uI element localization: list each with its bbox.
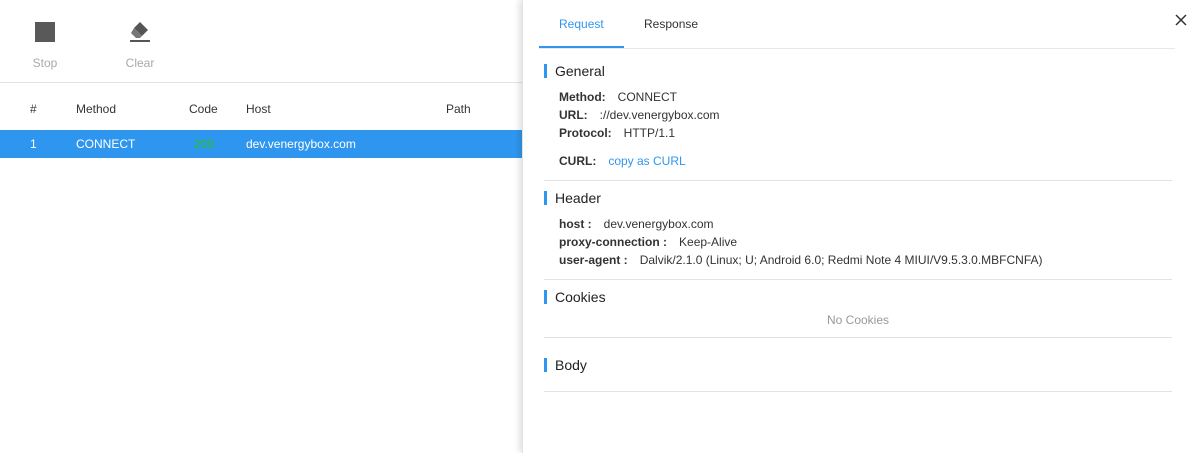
tab-response[interactable]: Response bbox=[644, 17, 698, 31]
stop-button[interactable]: Stop bbox=[15, 18, 75, 70]
divider bbox=[544, 180, 1172, 181]
row-code: 200 bbox=[194, 137, 215, 151]
detail-tabs: Request Response bbox=[539, 0, 1175, 49]
general-url: URL: ://dev.venergybox.com bbox=[559, 108, 720, 122]
curl-key: CURL: bbox=[559, 154, 597, 168]
detail-drawer: Request Response General Method: CONNECT … bbox=[522, 0, 1194, 453]
divider bbox=[544, 337, 1172, 338]
header-item: user-agent : Dalvik/2.1.0 (Linux; U; Andr… bbox=[559, 253, 1043, 267]
general-protocol: Protocol: HTTP/1.1 bbox=[559, 126, 675, 140]
method-value: CONNECT bbox=[617, 90, 677, 104]
row-method: CONNECT bbox=[76, 137, 136, 151]
stop-icon bbox=[15, 18, 75, 46]
column-header-method[interactable]: Method bbox=[76, 102, 116, 116]
section-title-body: Body bbox=[544, 358, 587, 372]
method-key: Method: bbox=[559, 90, 606, 104]
divider bbox=[544, 279, 1172, 280]
request-list-pane: Stop Clear # Method Code Host Path 1 CON… bbox=[0, 0, 523, 453]
header-item: proxy-connection : Keep-Alive bbox=[559, 235, 737, 249]
protocol-value: HTTP/1.1 bbox=[623, 126, 676, 140]
column-header-number[interactable]: # bbox=[30, 102, 37, 116]
url-value: ://dev.venergybox.com bbox=[599, 108, 720, 122]
header-key: proxy-connection : bbox=[559, 235, 668, 249]
tab-request[interactable]: Request bbox=[559, 17, 604, 31]
clear-button[interactable]: Clear bbox=[110, 18, 170, 70]
general-method: Method: CONNECT bbox=[559, 90, 677, 104]
header-key: host : bbox=[559, 217, 592, 231]
general-curl: CURL: copy as CURL bbox=[559, 154, 686, 168]
active-tab-indicator bbox=[539, 46, 624, 48]
header-value: dev.venergybox.com bbox=[603, 217, 714, 231]
no-cookies-text: No Cookies bbox=[826, 313, 890, 327]
eraser-icon bbox=[110, 18, 170, 46]
protocol-key: Protocol: bbox=[559, 126, 612, 140]
toolbar: Stop Clear bbox=[0, 0, 523, 83]
section-title-general: General bbox=[544, 64, 605, 78]
header-item: host : dev.venergybox.com bbox=[559, 217, 714, 231]
clear-label: Clear bbox=[125, 56, 155, 70]
table-row[interactable]: 1 CONNECT 200 dev.venergybox.com bbox=[0, 130, 523, 158]
table-header: # Method Code Host Path bbox=[0, 96, 523, 122]
column-header-code[interactable]: Code bbox=[189, 102, 218, 116]
section-title-header: Header bbox=[544, 191, 601, 205]
column-header-path[interactable]: Path bbox=[446, 102, 471, 116]
header-value: Dalvik/2.1.0 (Linux; U; Android 6.0; Red… bbox=[639, 253, 1043, 267]
stop-label: Stop bbox=[32, 56, 58, 70]
row-host: dev.venergybox.com bbox=[246, 137, 356, 151]
header-value: Keep-Alive bbox=[679, 235, 738, 249]
column-header-host[interactable]: Host bbox=[246, 102, 271, 116]
section-title-cookies: Cookies bbox=[544, 290, 606, 304]
header-key: user-agent : bbox=[559, 253, 628, 267]
divider bbox=[544, 391, 1172, 392]
url-key: URL: bbox=[559, 108, 588, 122]
copy-as-curl-link[interactable]: copy as CURL bbox=[608, 154, 685, 168]
close-icon[interactable] bbox=[1173, 12, 1189, 28]
row-number: 1 bbox=[30, 137, 37, 151]
